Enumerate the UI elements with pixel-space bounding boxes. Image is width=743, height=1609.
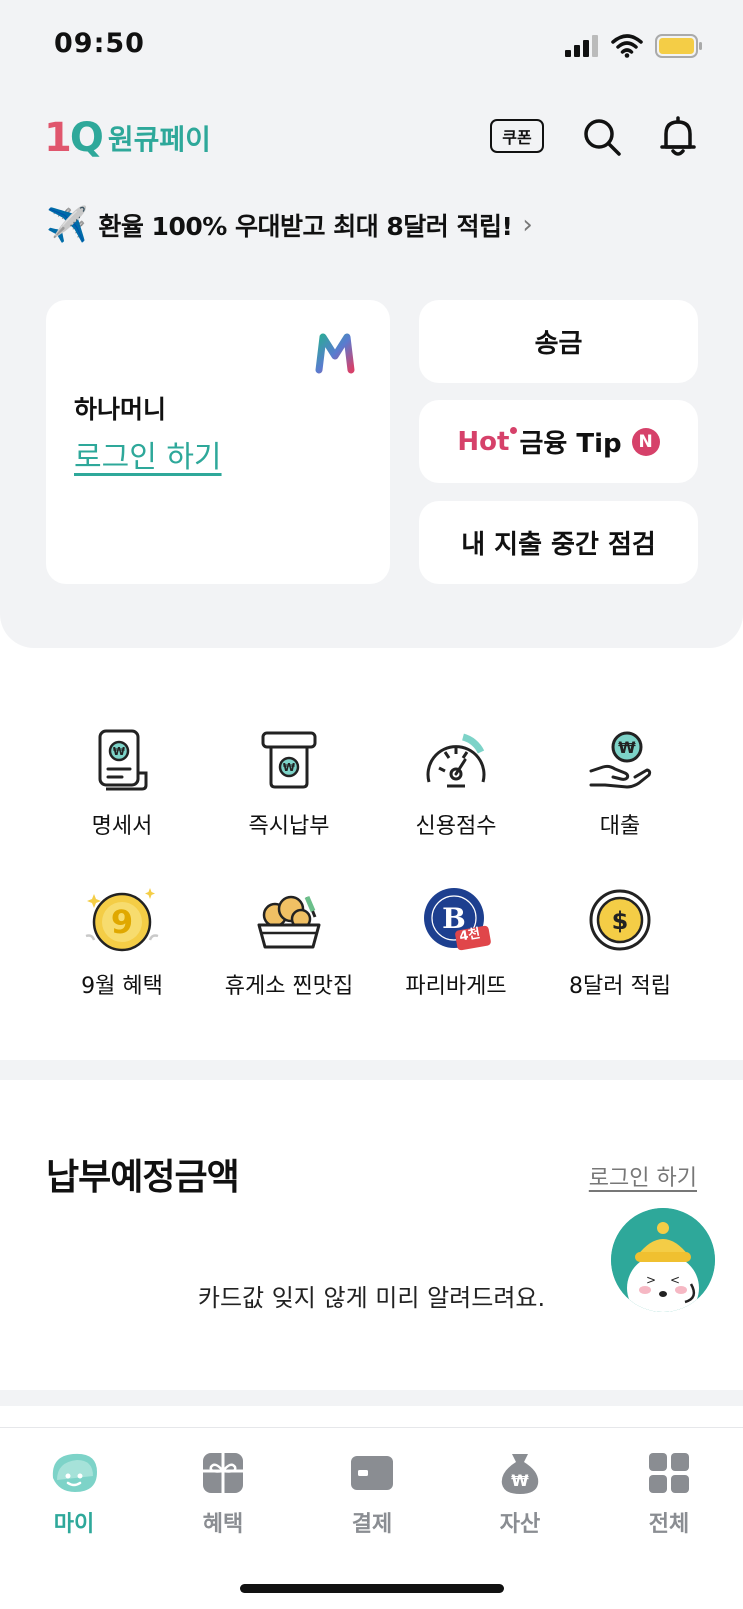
gift-icon [196,1448,250,1498]
discount-badge: 4천 [458,926,482,945]
mascot-icon: > < [611,1208,715,1312]
search-icon [584,119,621,156]
tab-label: 전체 [648,1512,690,1537]
menu-label: 신용점수 [415,814,497,839]
login-link[interactable]: 로그인 하기 [74,432,222,476]
svg-text:₩: ₩ [283,761,295,774]
menu-label: 파리바게뜨 [405,974,507,999]
menu-item-paris-baguette[interactable]: B 4천 파리바게뜨 [376,880,536,1000]
menu-item-rest-area-food[interactable]: 휴게소 찐맛집 [209,880,369,1000]
chevron-right-icon: › [522,210,533,240]
app-logo[interactable]: 1Q 원큐페이 [44,115,211,161]
bell-icon [660,116,696,156]
paris-baguette-icon: B 4천 [416,880,496,960]
search-button[interactable] [580,115,624,159]
receipt-icon: ₩ [82,720,162,800]
section-divider [0,1060,743,1080]
menu-label: 휴게소 찐맛집 [224,974,354,999]
status-time: 09:50 [54,28,145,59]
money-bag-icon: ₩ [493,1448,547,1498]
coupon-button[interactable]: 쿠폰 [490,119,544,153]
tab-payment[interactable]: 결제 [312,1448,432,1538]
wifi-icon [611,34,643,58]
chatbot-mascot-button[interactable]: > < [611,1208,715,1312]
battery-icon [655,34,702,58]
svg-text:<: < [670,1273,680,1287]
svg-text:₩: ₩ [113,745,125,758]
tab-all[interactable]: 전체 [609,1448,729,1538]
instant-pay-icon: ₩ [249,720,329,800]
promo-banner[interactable]: ✈️ 환율 100% 우대받고 최대 8달러 적립! › [46,205,533,245]
tab-label: 마이 [53,1512,95,1537]
logo-text: 원큐페이 [107,123,211,156]
food-bowl-icon [249,880,329,960]
gold-coin-9-icon: 9 [82,880,162,960]
credit-gauge-icon [416,720,496,800]
grid-icon [642,1448,696,1498]
hana-money-logo-icon [315,333,355,374]
menu-label: 대출 [599,814,641,839]
tab-label: 혜택 [202,1512,244,1537]
svg-text:$: $ [612,907,629,935]
svg-text:9: 9 [111,903,133,941]
card-icon [345,1448,399,1498]
menu-item-september-benefit[interactable]: 9 9월 혜택 [42,880,202,1000]
hana-money-title: 하나머니 [74,395,167,424]
tab-label: 자산 [499,1512,541,1537]
tab-my[interactable]: 마이 [14,1448,134,1538]
tab-label: 결제 [351,1512,393,1537]
menu-item-loan[interactable]: ₩ 대출 [540,720,700,840]
section-divider [0,1390,743,1406]
finance-tip-label: 금융 Tip [519,429,622,459]
my-icon [47,1448,101,1498]
payment-due-section: 납부예정금액 로그인 하기 카드값 잊지 않게 미리 알려드려요. > < [0,1080,743,1390]
send-money-button[interactable]: 송금 [419,300,698,383]
app-header: 1Q 원큐페이 쿠폰 [0,105,743,175]
menu-label: 8달러 적립 [569,974,671,999]
hana-money-card[interactable]: 하나머니 로그인 하기 [46,300,390,584]
payment-due-title: 납부예정금액 [46,1157,240,1198]
airplane-icon: ✈️ [46,205,89,245]
loan-hand-icon: ₩ [580,720,660,800]
svg-text:>: > [646,1273,656,1287]
finance-tip-button[interactable]: Hot 금융 Tip N [419,400,698,483]
new-badge: N [631,427,660,456]
menu-item-instant-pay[interactable]: ₩ 즉시납부 [209,720,369,840]
logo-mark: 1Q [44,115,104,161]
payment-login-link[interactable]: 로그인 하기 [589,1160,697,1192]
tab-assets[interactable]: ₩ 자산 [460,1448,580,1538]
svg-text:₩: ₩ [511,1471,529,1490]
bottom-tab-bar: 마이 혜택 결제 ₩ 자산 전체 [0,1427,743,1609]
dollar-coin-icon: $ [580,880,660,960]
menu-label: 즉시납부 [248,814,330,839]
menu-item-credit-score[interactable]: 신용점수 [376,720,536,840]
menu-item-statement[interactable]: ₩ 명세서 [42,720,202,840]
svg-text:₩: ₩ [618,738,636,757]
tab-benefits[interactable]: 혜택 [163,1448,283,1538]
menu-item-8-dollar-reward[interactable]: $ 8달러 적립 [540,880,700,1000]
hot-label: Hot [457,426,518,457]
menu-label: 9월 혜택 [81,974,163,999]
notification-button[interactable] [656,115,700,159]
promo-text: 환율 100% 우대받고 최대 8달러 적립! [98,212,513,241]
signal-icon [565,35,598,57]
home-indicator [240,1584,504,1593]
status-icons [565,34,703,58]
spending-check-button[interactable]: 내 지출 중간 점검 [419,501,698,584]
menu-label: 명세서 [91,814,153,839]
status-bar: 09:50 [0,0,743,90]
